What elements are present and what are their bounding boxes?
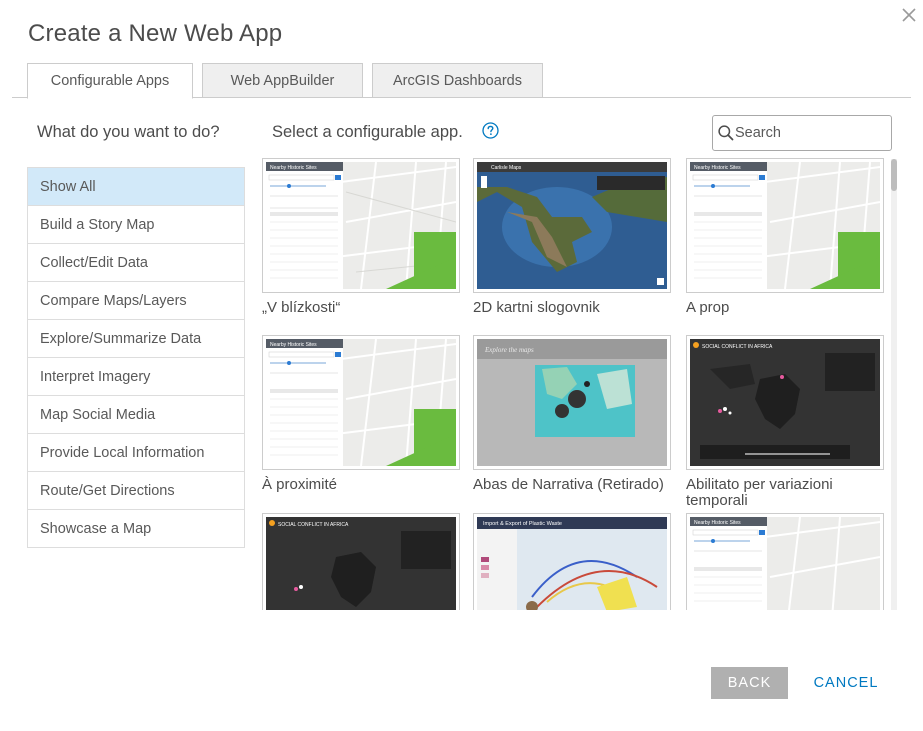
app-card[interactable]: Nearby Historic Sites A prop xyxy=(686,158,884,316)
sidebar-item-compare-maps-layers[interactable]: Compare Maps/Layers xyxy=(28,282,244,320)
question-circle-icon[interactable] xyxy=(482,122,499,139)
thumb-title: Import & Export of Plastic Waste xyxy=(483,521,562,527)
sidebar-item-build-story-map[interactable]: Build a Story Map xyxy=(28,206,244,244)
app-thumbnail: Nearby Historic Sites xyxy=(262,335,460,470)
category-sidebar: Show All Build a Story Map Collect/Edit … xyxy=(27,167,245,548)
app-thumbnail: SOCIAL CONFLICT IN AFRICA xyxy=(262,513,460,610)
thumb-title: Nearby Historic Sites xyxy=(694,520,741,526)
app-thumbnail: Nearby Historic Sites xyxy=(686,158,884,293)
tab-web-appbuilder[interactable]: Web AppBuilder xyxy=(202,63,363,98)
sidebar-item-collect-edit-data[interactable]: Collect/Edit Data xyxy=(28,244,244,282)
satellite-map-thumbnail: Carlisle Maps xyxy=(477,162,667,289)
search-box xyxy=(712,115,892,151)
app-title: A prop xyxy=(686,299,730,316)
scrollbar-thumb[interactable] xyxy=(891,159,897,191)
app-title: À proximité xyxy=(262,476,338,493)
app-card[interactable]: Nearby Historic Sites xyxy=(686,513,884,610)
thumb-title: Nearby Historic Sites xyxy=(694,165,741,171)
cancel-button[interactable]: CANCEL xyxy=(806,667,886,699)
thumb-title: Explore the maps xyxy=(484,346,534,354)
app-card[interactable]: Carlisle Maps 2D kartni slogovnik xyxy=(473,158,671,316)
app-thumbnail: SOCIAL CONFLICT IN AFRICA xyxy=(686,335,884,470)
time-slider-map-thumbnail: SOCIAL CONFLICT IN AFRICA xyxy=(266,517,456,610)
thumb-title: Carlisle Maps xyxy=(491,165,522,171)
sidebar-item-interpret-imagery[interactable]: Interpret Imagery xyxy=(28,358,244,396)
thumb-title: Nearby Historic Sites xyxy=(270,165,317,171)
sidebar-item-explore-summarize-data[interactable]: Explore/Summarize Data xyxy=(28,320,244,358)
tab-arcgis-dashboards[interactable]: ArcGIS Dashboards xyxy=(372,63,543,98)
sidebar-item-show-all[interactable]: Show All xyxy=(28,168,244,206)
gallery-scrollbar[interactable] xyxy=(891,159,897,610)
nearby-map-thumbnail: Nearby Historic Sites xyxy=(690,517,880,610)
sidebar-item-showcase-a-map[interactable]: Showcase a Map xyxy=(28,510,244,548)
select-app-label: Select a configurable app. xyxy=(272,123,463,141)
search-input[interactable] xyxy=(735,122,885,144)
app-thumbnail: Import & Export of Plastic Waste xyxy=(473,513,671,610)
app-title: Abas de Narrativa (Retirado) xyxy=(473,476,664,493)
sidebar-item-map-social-media[interactable]: Map Social Media xyxy=(28,396,244,434)
nearby-map-thumbnail: Nearby Historic Sites xyxy=(266,162,456,289)
flow-map-thumbnail: Import & Export of Plastic Waste xyxy=(477,517,667,610)
app-title: Abilitato per variazioni temporali xyxy=(686,476,833,509)
app-card[interactable]: SOCIAL CONFLICT IN AFRICA xyxy=(262,513,460,610)
app-card[interactable]: Explore the maps Abas de Narrativa (Reti… xyxy=(473,335,671,493)
app-card[interactable]: Import & Export of Plastic Waste xyxy=(473,513,671,610)
sidebar-item-route-get-directions[interactable]: Route/Get Directions xyxy=(28,472,244,510)
close-icon[interactable] xyxy=(900,6,918,24)
story-map-thumbnail: Explore the maps xyxy=(477,339,667,466)
app-thumbnail: Explore the maps xyxy=(473,335,671,470)
search-icon xyxy=(718,125,734,141)
sidebar-question: What do you want to do? xyxy=(37,123,220,141)
nearby-map-thumbnail: Nearby Historic Sites xyxy=(266,339,456,466)
thumb-title: SOCIAL CONFLICT IN AFRICA xyxy=(702,344,773,350)
time-slider-map-thumbnail: SOCIAL CONFLICT IN AFRICA xyxy=(690,339,880,466)
app-title: „V blízkosti“ xyxy=(262,299,341,316)
app-thumbnail: Carlisle Maps xyxy=(473,158,671,293)
nearby-map-thumbnail: Nearby Historic Sites xyxy=(690,162,880,289)
thumb-title: SOCIAL CONFLICT IN AFRICA xyxy=(278,522,349,528)
app-thumbnail: Nearby Historic Sites xyxy=(262,158,460,293)
app-thumbnail: Nearby Historic Sites xyxy=(686,513,884,610)
app-title: 2D kartni slogovnik xyxy=(473,299,600,316)
dialog-title: Create a New Web App xyxy=(28,20,283,47)
tab-bar: Configurable Apps Web AppBuilder ArcGIS … xyxy=(12,63,911,99)
back-button[interactable]: BACK xyxy=(711,667,788,699)
app-card[interactable]: Nearby Historic Sites À proximité xyxy=(262,335,460,493)
app-card[interactable]: Nearby Historic Sites xyxy=(262,158,460,316)
tab-configurable-apps[interactable]: Configurable Apps xyxy=(27,63,193,99)
app-gallery: Nearby Historic Sites „V blízkosti“ Carl… xyxy=(262,158,892,610)
sidebar-item-provide-local-information[interactable]: Provide Local Information xyxy=(28,434,244,472)
app-card[interactable]: SOCIAL CONFLICT IN AFRICA Abilitato per … xyxy=(686,335,884,509)
thumb-title: Nearby Historic Sites xyxy=(270,342,317,348)
